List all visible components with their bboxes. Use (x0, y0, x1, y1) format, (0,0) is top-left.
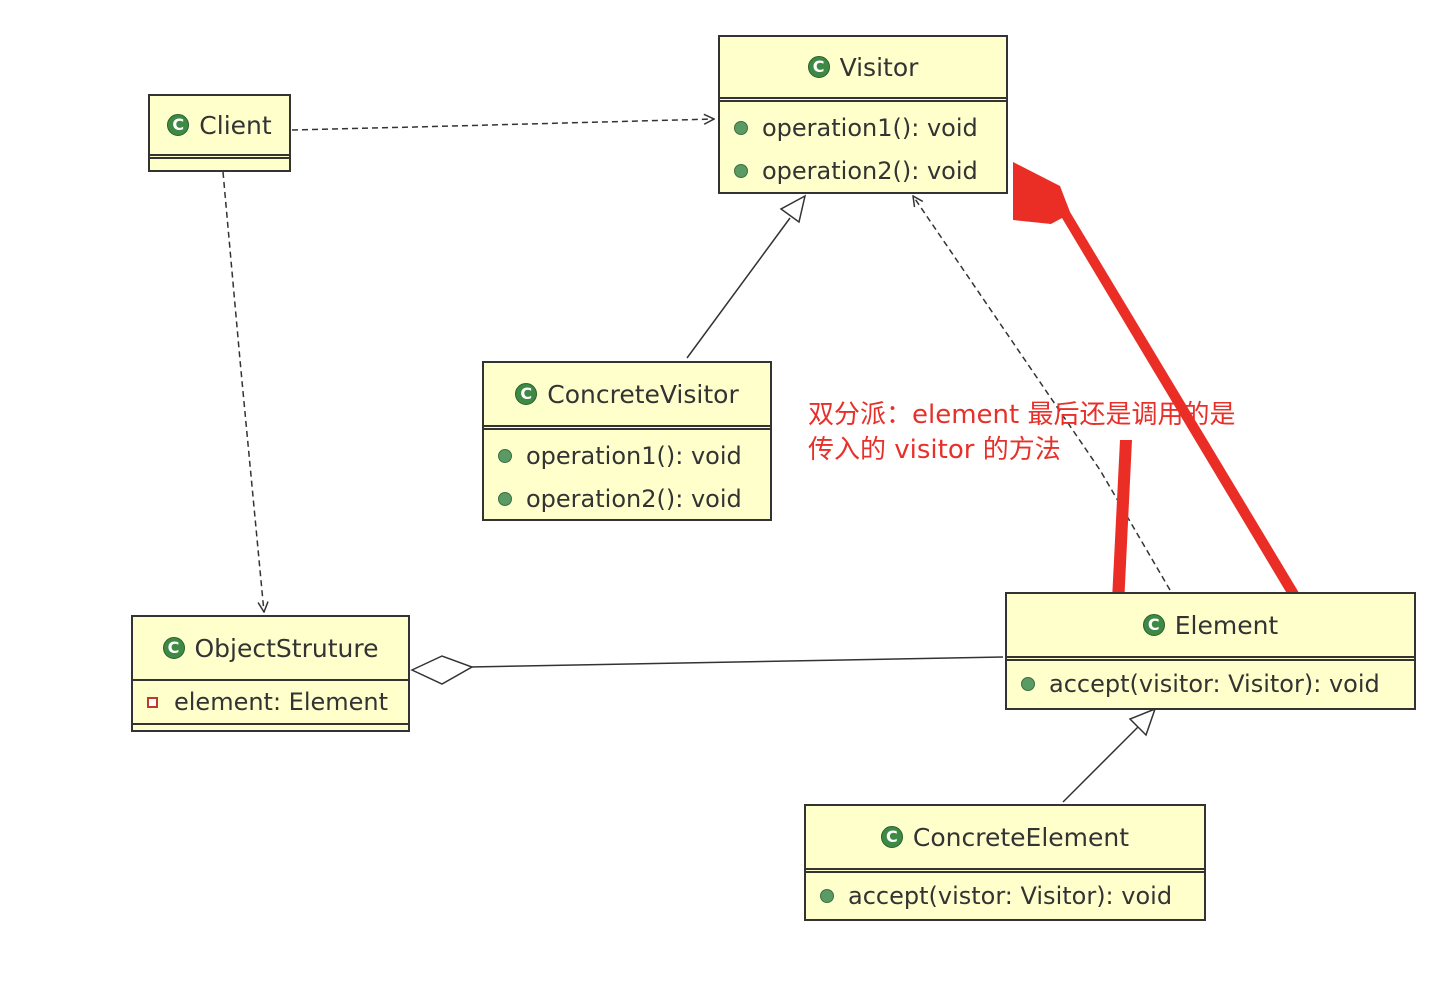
class-icon: C (1142, 614, 1165, 636)
public-method-icon (498, 492, 512, 506)
class-objectstructure[interactable]: C ObjectStruture element: Element (131, 615, 410, 732)
public-method-icon (820, 889, 834, 903)
class-concretevisitor[interactable]: C ConcreteVisitor operation1(): void ope… (482, 361, 772, 521)
class-element[interactable]: C Element accept(visitor: Visitor): void (1005, 592, 1416, 710)
class-name: Visitor (839, 52, 919, 82)
class-icon: C (162, 637, 185, 659)
annotation-note: 双分派：element 最后还是调用的是 传入的 visitor 的方法 (808, 398, 1235, 468)
public-method-icon (1021, 677, 1035, 691)
annotation-line-1: 双分派：element 最后还是调用的是 (808, 400, 1236, 430)
private-field-icon (147, 696, 158, 708)
class-header: C ConcreteVisitor (484, 363, 770, 430)
public-method-icon (734, 164, 748, 178)
class-header: C Element (1007, 594, 1414, 661)
public-method-icon (498, 449, 512, 463)
class-header: C Visitor (720, 37, 1006, 102)
method-item: accept(visitor: Visitor): void (1007, 661, 1414, 707)
method-item: operation2(): void (720, 150, 1006, 192)
inheritance-concreteelement-element (1062, 726, 1139, 803)
method-item: operation1(): void (484, 430, 770, 478)
class-header: C ObjectStruture (133, 617, 408, 681)
class-name: ConcreteElement (912, 822, 1130, 852)
annotation-line-2: 传入的 visitor 的方法 (808, 435, 1061, 465)
method-item: accept(vistor: Visitor): void (806, 873, 1204, 919)
class-name: ConcreteVisitor (547, 379, 739, 409)
class-icon: C (167, 114, 190, 136)
class-client[interactable]: C Client (148, 94, 291, 172)
class-visitor[interactable]: C Visitor operation1(): void operation2(… (718, 35, 1008, 194)
class-concreteelement[interactable]: C ConcreteElement accept(vistor: Visitor… (804, 804, 1206, 921)
class-name: ObjectStruture (194, 633, 379, 663)
aggregation-objectstructure-element (469, 656, 1004, 668)
field-item: element: Element (133, 681, 408, 723)
public-method-icon (734, 121, 748, 135)
class-header: C Client (150, 96, 289, 159)
class-name: Element (1174, 610, 1279, 640)
class-name: Client (199, 110, 272, 140)
dependency-client-visitor (291, 119, 714, 131)
class-icon: C (880, 826, 903, 848)
dependency-client-objectstructure (222, 171, 264, 612)
inheritance-concretevisitor-visitor (686, 217, 791, 359)
dependency-element-visitor (913, 196, 1171, 591)
method-item: operation2(): void (484, 478, 770, 520)
operations-compartment (133, 723, 408, 731)
class-icon: C (515, 383, 538, 405)
method-item: operation1(): void (720, 102, 1006, 150)
class-icon: C (807, 56, 830, 78)
class-header: C ConcreteElement (806, 806, 1204, 873)
aggregation-diamond (410, 655, 474, 685)
inheritance-arrowhead-visitor (779, 194, 807, 224)
